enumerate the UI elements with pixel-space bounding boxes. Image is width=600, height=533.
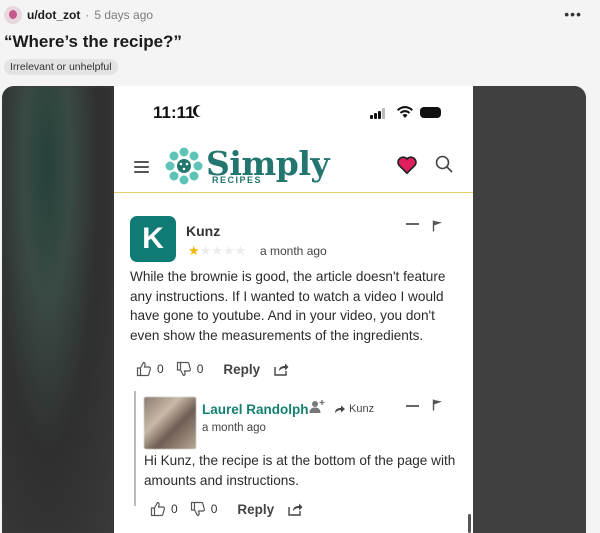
signal-icon <box>370 108 386 119</box>
star-empty-icon: ★ <box>222 243 235 258</box>
like-count: 0 <box>171 502 178 516</box>
star-filled-icon: ★ <box>188 243 200 258</box>
like-count: 0 <box>157 362 164 376</box>
reply-avatar <box>144 397 196 449</box>
status-bar: 11:11 <box>114 86 473 138</box>
star-empty-icon: ★ <box>211 243 223 258</box>
star-rating: ★★★★★ <box>188 243 246 259</box>
comment-author[interactable]: Kunz <box>186 223 220 239</box>
search-icon[interactable] <box>434 154 454 174</box>
reply-actions: 0 0 Reply <box>150 498 303 520</box>
status-time: 11:11 <box>153 103 195 122</box>
star-empty-icon: ★ <box>234 243 247 258</box>
menu-icon[interactable] <box>134 161 149 173</box>
separator: · <box>85 8 90 22</box>
star-empty-icon: ★ <box>199 243 212 258</box>
site-navbar: Simply RECIPES <box>114 138 473 193</box>
comment-age: a month ago <box>260 244 327 258</box>
blurred-background-left <box>2 86 114 533</box>
more-options-button[interactable]: ••• <box>564 6 582 22</box>
like-button[interactable]: 0 <box>150 501 178 517</box>
phone-screenshot: 11:11 Simply RECIPES K Kunz ★★★★★ a mont… <box>114 86 473 533</box>
moon-icon <box>196 105 208 117</box>
simply-recipes-logo-icon <box>165 147 203 185</box>
collapse-icon[interactable] <box>406 223 419 225</box>
share-icon[interactable] <box>274 362 289 376</box>
thumbs-down-icon <box>190 501 205 517</box>
thumbs-up-icon <box>136 361 151 377</box>
user-avatar[interactable] <box>4 6 22 24</box>
like-button[interactable]: 0 <box>136 361 164 377</box>
reply-to-name[interactable]: Kunz <box>349 403 374 415</box>
flag-icon[interactable] <box>432 399 444 411</box>
collapse-icon[interactable] <box>406 405 419 407</box>
comment-actions: 0 0 Reply <box>136 358 289 380</box>
dislike-button[interactable]: 0 <box>176 361 204 377</box>
reply-author[interactable]: Laurel Randolph <box>202 402 309 417</box>
dislike-count: 0 <box>210 502 218 516</box>
reply-to-indicator: Kunz <box>334 403 374 415</box>
reply-arrow-icon <box>335 405 345 413</box>
blurred-background-right <box>473 86 586 533</box>
reply-button[interactable]: Reply <box>223 362 260 377</box>
commenter-avatar: K <box>130 216 176 262</box>
logo-subtext: RECIPES <box>212 175 263 185</box>
heart-icon[interactable] <box>396 154 418 176</box>
comment-body: While the brownie is good, the article d… <box>130 269 446 343</box>
username[interactable]: u/dot_zot <box>27 8 80 22</box>
thumbs-down-icon <box>176 361 191 377</box>
reply-body: Hi Kunz, the recipe is at the bottom of … <box>144 453 456 488</box>
flag-icon[interactable] <box>432 220 444 232</box>
share-icon[interactable] <box>288 502 303 516</box>
post-timestamp: 5 days ago <box>94 8 154 22</box>
reply-thread-line <box>134 391 136 506</box>
scrollbar[interactable] <box>468 514 471 533</box>
dislike-count: 0 <box>196 362 204 376</box>
add-user-icon[interactable] <box>309 399 325 414</box>
post-flair[interactable]: Irrelevant or unhelpful <box>4 59 118 75</box>
reply-age: a month ago <box>202 422 266 434</box>
post-header: u/dot_zot · 5 days ago ••• <box>4 4 596 26</box>
thumbs-up-icon <box>150 501 165 517</box>
post-title: “Where’s the recipe?” <box>4 32 182 51</box>
battery-icon <box>420 107 441 118</box>
wifi-icon <box>396 105 414 122</box>
reply-button[interactable]: Reply <box>237 502 274 517</box>
dislike-button[interactable]: 0 <box>190 501 218 517</box>
post-image[interactable]: 11:11 Simply RECIPES K Kunz ★★★★★ a mont… <box>2 86 586 533</box>
